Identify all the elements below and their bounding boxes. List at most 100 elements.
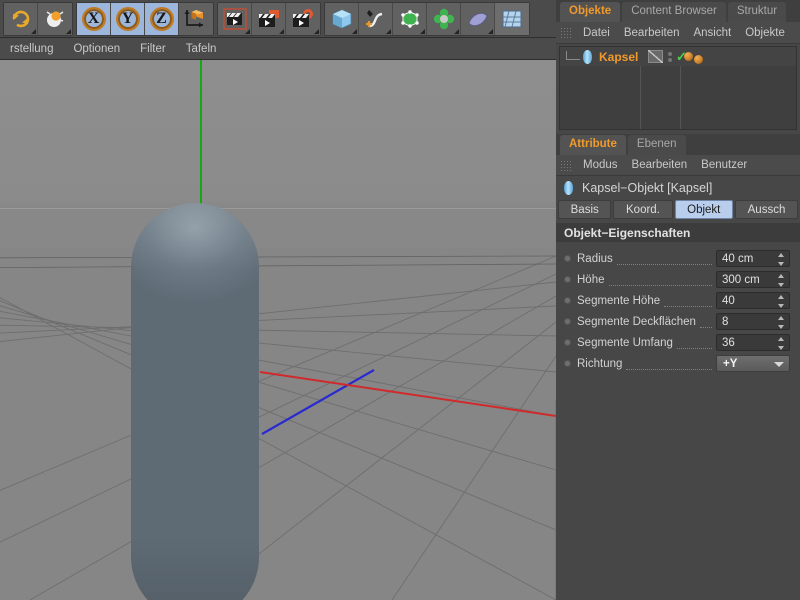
tab-objekte[interactable]: Objekte (560, 2, 621, 22)
render-preview-sphere-icon[interactable] (38, 2, 72, 35)
property-row-segmente-hoehe: Segmente Höhe 40 (556, 290, 800, 311)
toolbar-group-create (324, 1, 530, 36)
deformer-cluster-glyph (433, 8, 454, 29)
viewport-3d[interactable] (0, 60, 556, 600)
object-manager-list[interactable]: Kapsel ✓ (559, 46, 797, 130)
panel-gripper-icon[interactable] (560, 159, 571, 171)
tab-attribute[interactable]: Attribute (560, 135, 626, 155)
visibility-dots[interactable] (668, 51, 672, 62)
viewport-menu-darstellung[interactable]: rstellung (0, 38, 63, 60)
am-menu-benutzer[interactable]: Benutzer (694, 159, 754, 171)
tab-ausschnitt[interactable]: Aussch (735, 200, 798, 219)
property-bullet-icon[interactable] (564, 318, 571, 325)
tab-content-browser[interactable]: Content Browser (622, 2, 726, 22)
scene-environment-icon[interactable] (461, 2, 495, 35)
field-value: 36 (722, 336, 735, 349)
clapper-region-glyph (258, 9, 279, 27)
richtung-dropdown[interactable]: +Y (716, 355, 790, 372)
tab-struktur[interactable]: Struktur (727, 2, 787, 22)
object-name-label[interactable]: Kapsel (599, 50, 638, 64)
om-menu-ansicht[interactable]: Ansicht (686, 27, 738, 39)
phong-tag-icon[interactable] (694, 55, 703, 64)
capsule-object-mesh[interactable] (131, 203, 259, 600)
tab-basis[interactable]: Basis (558, 200, 612, 219)
spline-pen-glyph (365, 9, 382, 27)
deformer-icon[interactable] (427, 2, 461, 35)
dot-leader (676, 338, 712, 349)
property-row-segmente-umfang: Segmente Umfang 36 (556, 332, 800, 353)
segmente-hoehe-input[interactable]: 40 (716, 292, 790, 309)
field-value: 300 cm (722, 273, 760, 286)
hoehe-input[interactable]: 300 cm (716, 271, 790, 288)
object-manager-menubar: Datei Bearbeiten Ansicht Objekte (556, 22, 800, 44)
radius-input[interactable]: 40 cm (716, 250, 790, 267)
world-object-coordinate-icon[interactable] (179, 2, 213, 35)
property-bullet-icon[interactable] (564, 360, 571, 367)
primitive-cube-icon[interactable] (325, 2, 359, 35)
om-menu-objekte[interactable]: Objekte (738, 27, 792, 39)
table-row[interactable]: Kapsel ✓ (560, 47, 796, 66)
property-bullet-icon[interactable] (564, 339, 571, 346)
generator-nurbs-icon[interactable] (393, 2, 427, 35)
spinner-icon[interactable] (778, 337, 785, 350)
am-menu-modus[interactable]: Modus (576, 159, 625, 171)
viewport-menu-tafeln[interactable]: Tafeln (176, 38, 227, 60)
spinner-icon[interactable] (778, 316, 785, 329)
dropdown-value: +Y (723, 357, 738, 370)
tab-koord[interactable]: Koord. (613, 200, 673, 219)
attribute-manager-tabs: Attribute Ebenen (556, 134, 800, 155)
undo-circular-arrow-icon[interactable] (4, 2, 38, 35)
axis-x-icon[interactable]: X (77, 2, 111, 35)
segmente-umfang-input[interactable]: 36 (716, 334, 790, 351)
chevron-down-icon[interactable] (774, 362, 784, 367)
phong-tag-icon[interactable] (684, 52, 693, 61)
coordinate-cube-glyph (184, 9, 203, 27)
spline-pen-icon[interactable] (359, 2, 393, 35)
camera-light-icon[interactable] (495, 2, 529, 35)
visibility-dot-editor[interactable] (668, 51, 672, 56)
viewport-menu-filter[interactable]: Filter (130, 38, 176, 60)
spinner-icon[interactable] (778, 295, 785, 308)
om-menu-bearbeiten[interactable]: Bearbeiten (617, 27, 687, 39)
axis-z-icon[interactable]: Z (145, 2, 179, 35)
visibility-dot-render[interactable] (668, 57, 672, 62)
om-menu-datei[interactable]: Datei (576, 27, 617, 39)
bend-surface-glyph (467, 12, 488, 26)
viewport-menu-optionen[interactable]: Optionen (63, 38, 130, 60)
property-bullet-icon[interactable] (564, 255, 571, 262)
ground-grid (0, 255, 556, 600)
axis-y-icon[interactable]: Y (111, 2, 145, 35)
field-value: 40 cm (722, 252, 754, 265)
render-settings-icon[interactable] (286, 2, 320, 35)
am-menu-bearbeiten[interactable]: Bearbeiten (625, 159, 695, 171)
render-view-icon[interactable] (218, 2, 252, 35)
spinner-icon[interactable] (778, 274, 785, 287)
property-label: Richtung (577, 357, 623, 370)
object-manager-tabs: Objekte Content Browser Struktur (556, 0, 800, 22)
toolbar-group-axis-lock: X Y Z (76, 1, 214, 36)
spinner-icon[interactable] (778, 253, 785, 266)
ring-shape (149, 6, 174, 31)
property-label: Radius (577, 252, 613, 265)
panel-gripper-icon[interactable] (560, 27, 571, 38)
cube-glyph (332, 9, 351, 28)
dot-leader (699, 317, 712, 328)
editor-visibility-swatch-icon[interactable] (648, 50, 663, 63)
tab-objekt[interactable]: Objekt (674, 200, 734, 219)
property-row-hoehe: Höhe 300 cm (556, 269, 800, 290)
property-bullet-icon[interactable] (564, 297, 571, 304)
property-label: Segmente Höhe (577, 294, 661, 307)
axis-y-ring: Y (115, 6, 140, 31)
ring-shape (115, 6, 140, 31)
y-axis-line (200, 60, 202, 205)
property-label: Segmente Umfang (577, 336, 673, 349)
property-row-segmente-deckflaechen: Segmente Deckflächen 8 (556, 311, 800, 332)
attribute-manager-menubar: Modus Bearbeiten Benutzer (556, 155, 800, 176)
segmente-deckflaechen-input[interactable]: 8 (716, 313, 790, 330)
tab-ebenen[interactable]: Ebenen (627, 135, 686, 155)
property-bullet-icon[interactable] (564, 276, 571, 283)
render-region-icon[interactable] (252, 2, 286, 35)
property-row-richtung: Richtung +Y (556, 353, 800, 374)
capsule-object-icon[interactable] (583, 49, 592, 64)
capsule-object-icon (564, 181, 573, 195)
